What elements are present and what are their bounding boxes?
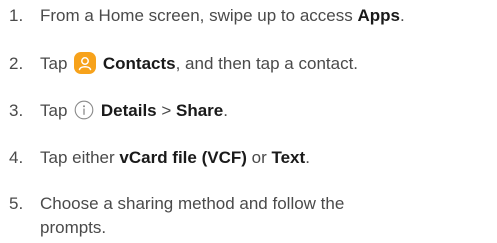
step-number: 1. [9, 6, 24, 25]
text-term: Text [271, 148, 306, 167]
share-term: Share [176, 101, 224, 120]
step-text-end: . [399, 6, 405, 25]
step-text-plain: Tap [40, 54, 73, 73]
step-number: 3. [9, 101, 24, 120]
step-text: Tap either vCard file (VCF) or Text. [40, 146, 310, 170]
path-separator: > [156, 101, 176, 120]
contacts-term: Contacts [102, 54, 176, 73]
step-number: 5. [9, 194, 24, 213]
step-text-plain: From a Home screen, swipe up to access [40, 6, 358, 25]
step-5-continuation: prompts. [40, 218, 107, 237]
info-details-icon [74, 100, 94, 120]
step-number: 2. [9, 54, 24, 73]
step-text-end: , and then tap a contact. [175, 54, 359, 73]
step-number: 4. [9, 148, 24, 167]
vcard-term: vCard file (VCF) [119, 148, 247, 167]
step-text-end: . [305, 148, 310, 167]
step-text: From a Home screen, swipe up to access A… [40, 4, 405, 28]
step-text: Tap Contacts, and then tap a contact. [40, 52, 358, 76]
contacts-app-icon [74, 52, 97, 74]
step-text-plain: Tap either [40, 148, 120, 167]
step-text-line-1: Choose a sharing method and follow the [40, 194, 345, 213]
apps-term: Apps [357, 6, 400, 25]
step-text-plain: Tap [40, 101, 73, 120]
details-term: Details [100, 101, 157, 120]
step-text-middle: or [246, 148, 272, 167]
step-text-end: . [223, 101, 228, 120]
step-text: Tap Details > Share. [40, 99, 228, 123]
